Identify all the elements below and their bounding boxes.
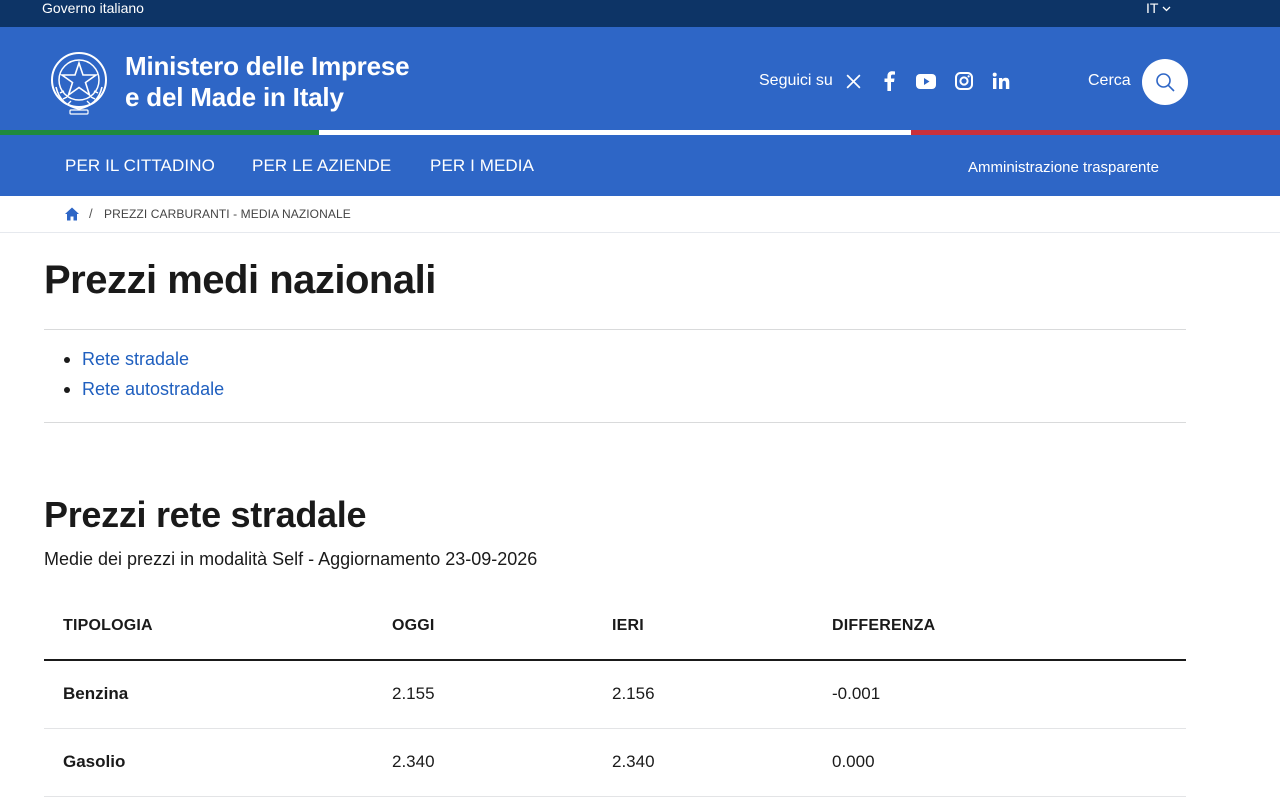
list-item: Rete stradale <box>62 348 224 378</box>
brand-line-1: Ministero delle Imprese <box>125 51 410 81</box>
nav-item-cittadino[interactable]: PER IL CITTADINO <box>65 156 215 176</box>
emblem-logo[interactable] <box>48 47 110 117</box>
cell-tipologia: Gasolio <box>44 728 373 797</box>
table-row: Benzina 2.155 2.156 -0.001 <box>44 660 1186 729</box>
nav-item-trasparenza[interactable]: Amministrazione trasparente <box>968 158 1159 178</box>
linkedin-icon[interactable] <box>991 71 1011 91</box>
link-rete-stradale[interactable]: Rete stradale <box>82 349 189 369</box>
slim-header: Governo italiano IT <box>0 0 1280 27</box>
breadcrumb-separator: / <box>89 206 93 221</box>
youtube-icon[interactable] <box>916 71 936 91</box>
column-header-differenza: DIFFERENZA <box>813 592 1186 661</box>
nav-item-media[interactable]: PER I MEDIA <box>430 156 534 176</box>
anchor-links: Rete stradale Rete autostradale <box>62 348 224 408</box>
column-header-tipologia: TIPOLOGIA <box>44 592 373 661</box>
divider <box>44 422 1186 423</box>
prices-table: TIPOLOGIA OGGI IERI DIFFERENZA Benzina 2… <box>44 592 1186 797</box>
chevron-down-icon <box>1162 6 1171 12</box>
breadcrumb: / PREZZI CARBURANTI - MEDIA NAZIONALE <box>0 196 1280 233</box>
table-header-row: TIPOLOGIA OGGI IERI DIFFERENZA <box>44 592 1186 661</box>
cell-ieri: 2.340 <box>593 728 813 797</box>
instagram-icon[interactable] <box>954 71 974 91</box>
facebook-icon[interactable] <box>879 71 899 91</box>
main-navbar: PER IL CITTADINO PER LE AZIENDE PER I ME… <box>0 135 1280 196</box>
cell-tipologia: Benzina <box>44 660 373 729</box>
nav-item-aziende[interactable]: PER LE AZIENDE <box>252 156 391 176</box>
x-icon[interactable] <box>843 71 863 91</box>
column-header-oggi: OGGI <box>373 592 593 661</box>
ministry-brand[interactable]: Ministero delle Imprese e del Made in It… <box>125 51 410 113</box>
link-rete-autostradale[interactable]: Rete autostradale <box>82 379 224 399</box>
search-button[interactable] <box>1142 59 1188 105</box>
section-subtitle: Medie dei prezzi in modalità Self - Aggi… <box>44 549 538 569</box>
section-title: Prezzi rete stradale <box>44 494 367 535</box>
gov-link[interactable]: Governo italiano <box>42 0 144 17</box>
table-row: Gasolio 2.340 2.340 0.000 <box>44 728 1186 797</box>
language-selector[interactable]: IT <box>1146 0 1171 17</box>
list-item: Rete autostradale <box>62 378 224 408</box>
search-icon <box>1156 73 1175 92</box>
cell-oggi: 2.155 <box>373 660 593 729</box>
brand-line-2: e del Made in Italy <box>125 82 344 112</box>
breadcrumb-current: PREZZI CARBURANTI - MEDIA NAZIONALE <box>104 207 351 221</box>
follow-label: Seguici su <box>759 72 833 89</box>
cell-ieri: 2.156 <box>593 660 813 729</box>
divider <box>44 329 1186 330</box>
cell-differenza: -0.001 <box>813 660 1186 729</box>
language-label: IT <box>1146 0 1159 16</box>
column-header-ieri: IERI <box>593 592 813 661</box>
search-label[interactable]: Cerca <box>1088 71 1131 91</box>
header-center: Ministero delle Imprese e del Made in It… <box>0 27 1280 130</box>
cell-differenza: 0.000 <box>813 728 1186 797</box>
page-title: Prezzi medi nazionali <box>44 258 436 302</box>
home-icon[interactable] <box>64 206 80 222</box>
cell-oggi: 2.340 <box>373 728 593 797</box>
